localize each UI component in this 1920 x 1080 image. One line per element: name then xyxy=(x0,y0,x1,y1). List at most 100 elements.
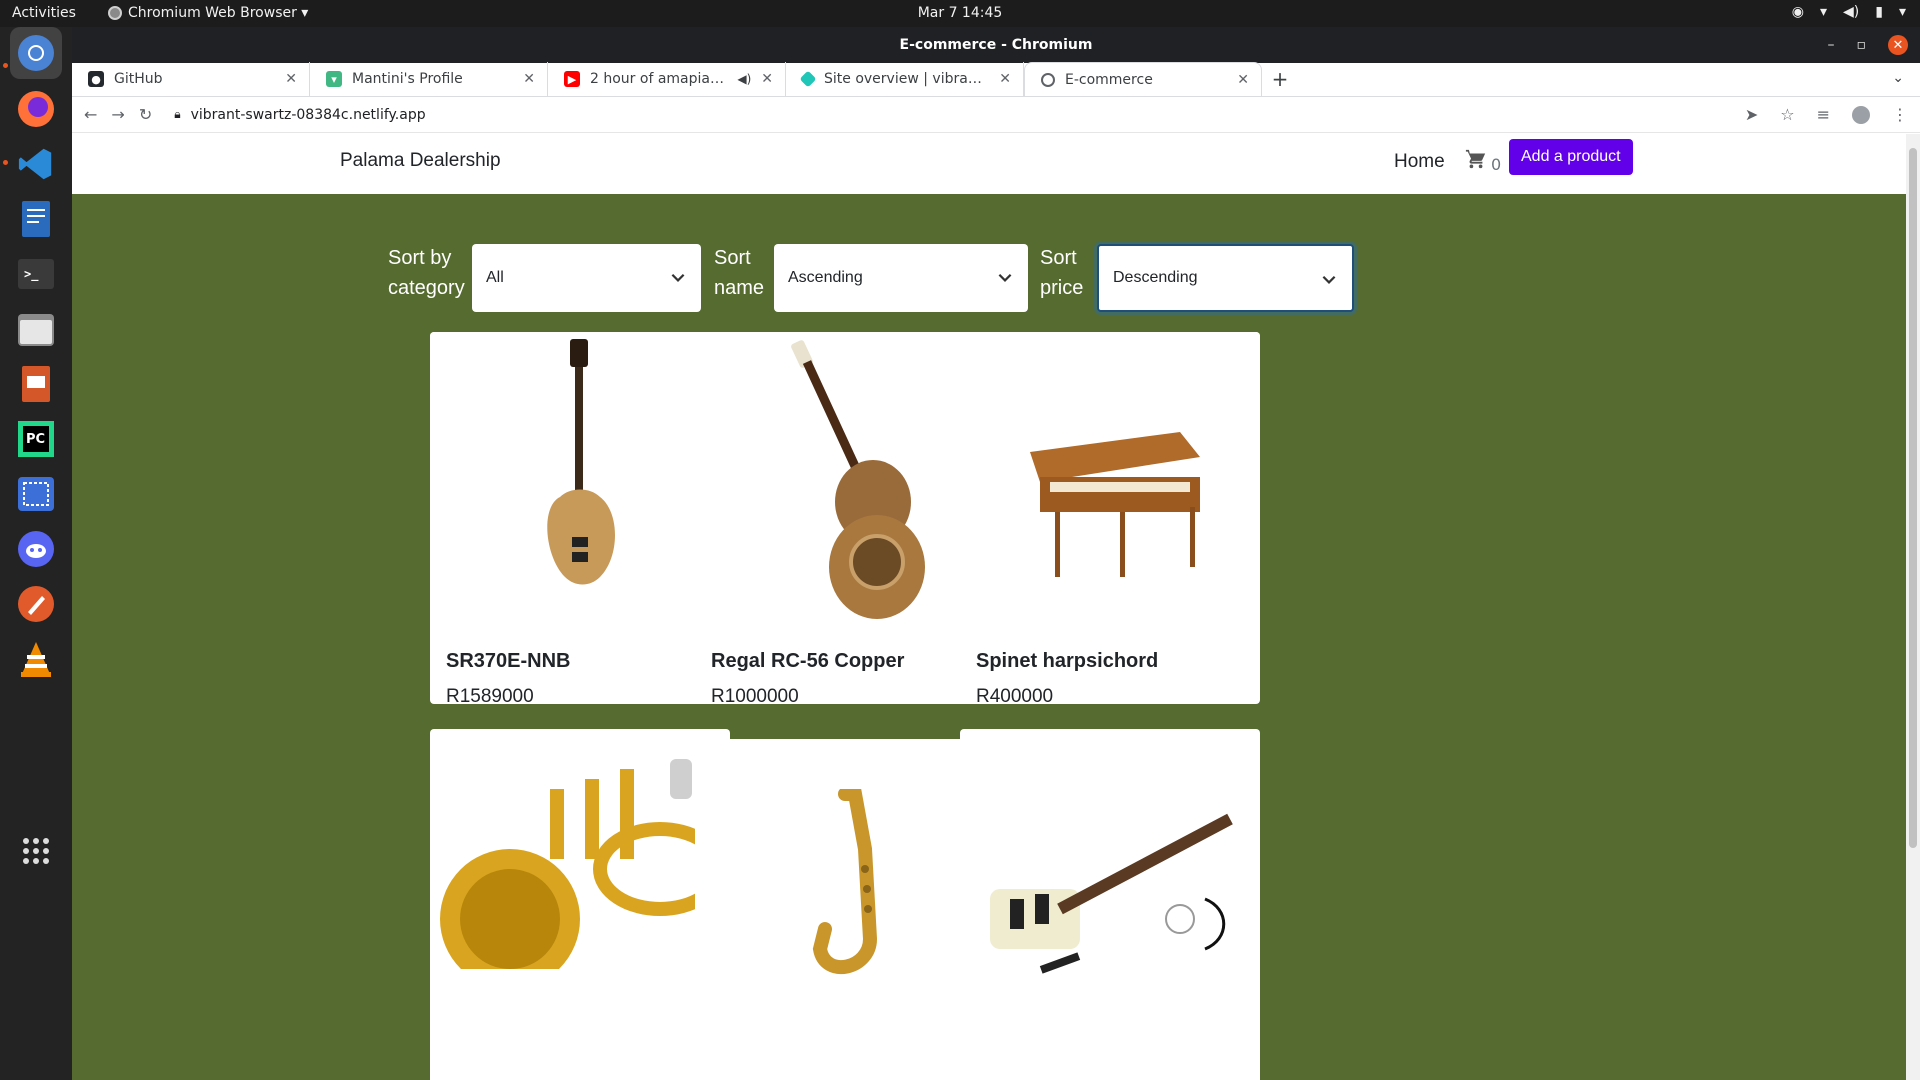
back-icon[interactable]: ← xyxy=(84,105,97,124)
tab-strip: ● GitHub ✕ ▾ Mantini's Profile ✕ ▶ 2 hou… xyxy=(72,62,1920,97)
close-tab-icon[interactable]: ✕ xyxy=(761,71,773,87)
files-dock-icon[interactable] xyxy=(10,303,62,355)
screenshot-dock-icon[interactable] xyxy=(10,468,62,520)
system-tray[interactable]: ◉ ▾ ◀) ▮ ▾ xyxy=(1792,4,1906,20)
tab-netlify[interactable]: Site overview | vibrant-sw ✕ xyxy=(786,62,1024,96)
category-select[interactable]: All xyxy=(472,244,701,312)
price-sort-select[interactable]: Descending xyxy=(1097,244,1354,312)
wifi-icon[interactable]: ▾ xyxy=(1820,4,1827,20)
impress-dock-icon[interactable] xyxy=(10,358,62,410)
firefox-dock-icon[interactable] xyxy=(10,83,62,135)
window-title: E-commerce - Chromium xyxy=(899,37,1093,53)
close-tab-icon[interactable]: ✕ xyxy=(999,71,1011,87)
site-brand[interactable]: Palama Dealership xyxy=(340,150,501,172)
product-card xyxy=(695,739,995,1080)
label-line: Sort xyxy=(714,247,751,269)
close-window-icon[interactable]: ✕ xyxy=(1888,35,1908,55)
pycharm-dock-icon[interactable]: PC xyxy=(10,413,62,465)
product-name: SR370E-NNB xyxy=(446,650,571,672)
product-name: Regal RC-56 Copper xyxy=(711,650,905,672)
tab-title: Mantini's Profile xyxy=(352,71,463,87)
scrollbar-thumb[interactable] xyxy=(1909,148,1917,848)
battery-icon[interactable]: ▮ xyxy=(1875,4,1883,20)
product-card xyxy=(430,729,730,1080)
products-section: Sort by category All Sort name Ascending… xyxy=(72,194,1920,1080)
tab-github[interactable]: ● GitHub ✕ xyxy=(72,62,310,96)
chevron-down-icon xyxy=(671,273,685,282)
discord-tray-icon[interactable]: ◉ xyxy=(1792,4,1804,20)
speaker-icon[interactable]: ◀) xyxy=(737,72,751,86)
netlify-icon xyxy=(799,70,817,88)
chromium-icon xyxy=(108,6,122,20)
close-tab-icon[interactable]: ✕ xyxy=(285,71,297,87)
media-control-icon[interactable]: ≡ xyxy=(1817,105,1830,124)
running-indicator xyxy=(3,63,8,68)
product-card: Regal RC-56 Copper R1000000 1 xyxy=(695,332,995,704)
terminal-dock-icon[interactable]: >_ xyxy=(10,248,62,300)
tab-title: GitHub xyxy=(114,71,163,87)
product-price: R1589000 xyxy=(446,686,534,704)
product-card xyxy=(960,729,1260,1080)
cart-count: 0 xyxy=(1491,155,1502,174)
url-text[interactable]: vibrant-swartz-08384c.netlify.app xyxy=(191,107,426,123)
label-line: Sort by xyxy=(388,247,452,269)
system-top-bar: Activities Chromium Web Browser ▾ Mar 7 … xyxy=(0,0,1920,27)
globe-icon xyxy=(1041,72,1055,87)
name-sort-select[interactable]: Ascending xyxy=(774,244,1028,312)
tab-mantini-profile[interactable]: ▾ Mantini's Profile ✕ xyxy=(310,62,548,96)
writer-dock-icon[interactable] xyxy=(10,193,62,245)
send-tab-icon[interactable]: ➤ xyxy=(1745,105,1758,124)
new-tab-button[interactable]: + xyxy=(1262,62,1298,96)
tab-title: Site overview | vibrant-sw xyxy=(824,71,990,87)
product-image-bass-guitar xyxy=(430,332,730,632)
site-navbar: Palama Dealership Home 0 Add a product xyxy=(72,134,1920,194)
vlc-dock-icon[interactable] xyxy=(10,633,62,685)
bookmark-star-icon[interactable]: ☆ xyxy=(1780,105,1794,124)
activities-button[interactable]: Activities xyxy=(12,5,76,21)
show-applications-icon[interactable] xyxy=(10,825,62,877)
vue-icon: ▾ xyxy=(326,71,342,87)
maximize-icon[interactable]: ▫ xyxy=(1857,37,1867,53)
svg-text:>_: >_ xyxy=(24,267,39,282)
home-link[interactable]: Home xyxy=(1394,151,1445,173)
app-menu[interactable]: Chromium Web Browser ▾ xyxy=(108,5,308,21)
tab-title: E-commerce xyxy=(1065,71,1153,88)
add-product-button[interactable]: Add a product xyxy=(1509,139,1633,175)
svg-text:PC: PC xyxy=(26,432,45,447)
lock-icon[interactable]: 🔒︎ xyxy=(174,107,180,122)
label-line: name xyxy=(714,277,765,299)
price-sort-value: Descending xyxy=(1113,269,1198,286)
product-card: SR370E-NNB R1589000 1 xyxy=(430,332,730,704)
reload-icon[interactable]: ↻ xyxy=(139,105,152,124)
close-tab-icon[interactable]: ✕ xyxy=(523,71,535,87)
product-image-resonator-guitar xyxy=(695,332,995,632)
inkscape-dock-icon[interactable] xyxy=(10,578,62,630)
sort-category-label: Sort by category xyxy=(388,243,465,303)
web-page: Palama Dealership Home 0 Add a product S… xyxy=(72,134,1920,1080)
volume-icon[interactable]: ◀) xyxy=(1843,4,1859,20)
vscode-dock-icon[interactable] xyxy=(10,138,62,190)
profile-avatar-icon[interactable] xyxy=(1852,105,1870,124)
product-image-harpsichord xyxy=(960,332,1260,632)
power-menu-icon[interactable]: ▾ xyxy=(1899,4,1906,20)
product-name: Spinet harpsichord xyxy=(976,650,1159,672)
browser-window: E-commerce - Chromium – ▫ ✕ ● GitHub ✕ ▾… xyxy=(72,27,1920,1080)
close-tab-icon[interactable]: ✕ xyxy=(1237,72,1249,88)
chromium-dock-icon[interactable] xyxy=(10,27,62,79)
tab-ecommerce[interactable]: E-commerce ✕ xyxy=(1024,62,1262,96)
cart-link[interactable]: 0 xyxy=(1465,148,1501,174)
category-select-value: All xyxy=(486,269,504,286)
forward-icon[interactable]: → xyxy=(111,105,124,124)
discord-dock-icon[interactable] xyxy=(10,523,62,575)
github-icon: ● xyxy=(88,71,104,87)
window-titlebar[interactable]: E-commerce - Chromium – ▫ ✕ xyxy=(72,27,1920,63)
running-indicator xyxy=(3,160,8,165)
browser-menu-icon[interactable]: ⋮ xyxy=(1892,105,1908,124)
product-image-saxophone xyxy=(695,739,995,1080)
page-scrollbar[interactable] xyxy=(1906,134,1920,1080)
minimize-icon[interactable]: – xyxy=(1828,37,1835,53)
tab-search-icon[interactable]: ⌄ xyxy=(1892,70,1904,86)
tab-youtube[interactable]: ▶ 2 hour of amapiano m ◀) ✕ xyxy=(548,62,786,96)
address-bar[interactable]: 🔒︎ vibrant-swartz-08384c.netlify.app xyxy=(174,107,425,123)
product-image-pocket-trumpet xyxy=(430,729,730,1080)
